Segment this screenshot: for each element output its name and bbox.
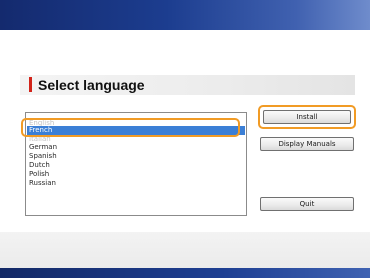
selected-language-highlight	[21, 118, 240, 137]
display-manuals-button[interactable]: Display Manuals	[260, 137, 354, 151]
footer-area	[0, 232, 370, 268]
language-item-german[interactable]: German	[27, 143, 245, 152]
language-item-spanish[interactable]: Spanish	[27, 152, 245, 161]
page-title: Select language	[38, 77, 145, 93]
language-item-polish[interactable]: Polish	[27, 170, 245, 179]
install-button-highlight	[258, 105, 356, 129]
language-item-dutch[interactable]: Dutch	[27, 161, 245, 170]
language-item-russian[interactable]: Russian	[27, 179, 245, 188]
footer-bar	[0, 268, 370, 278]
title-accent-bar	[29, 77, 32, 92]
header-bar	[0, 0, 370, 30]
quit-button[interactable]: Quit	[260, 197, 354, 211]
installer-window: Select language English French Italian G…	[0, 0, 370, 278]
